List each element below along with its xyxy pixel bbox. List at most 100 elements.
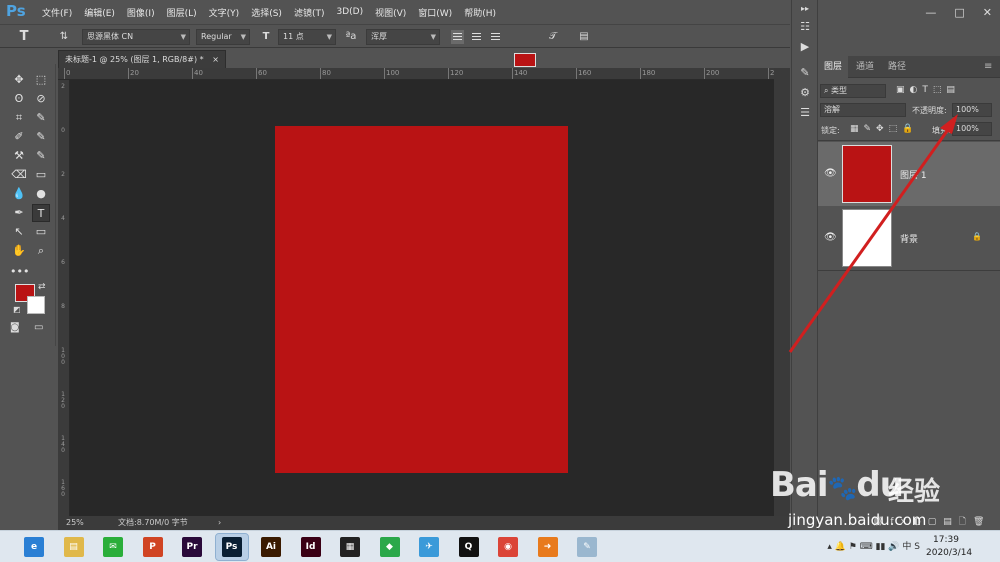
warp-text-icon[interactable]: 𝒯 xyxy=(545,29,561,45)
baidu-jingyan-watermark: Bai🐾du 经验 jingyan.baidu.com xyxy=(770,455,1000,530)
clone-source-icon[interactable]: ⚙ xyxy=(795,84,815,102)
taskbar-app-browser[interactable]: e xyxy=(18,534,50,560)
antialias-select[interactable]: 浑厚 ▼ xyxy=(366,29,440,45)
tool-16-icon[interactable]: ↖ xyxy=(10,223,28,241)
taskbar-app-powerpoint[interactable]: P xyxy=(137,534,169,560)
taskbar-app-chrome[interactable]: ◉ xyxy=(492,534,524,560)
swap-colors-icon[interactable]: ⇄ xyxy=(38,282,46,292)
align-left-button[interactable] xyxy=(451,30,464,44)
tab-paths[interactable]: 路径 xyxy=(882,56,912,78)
tool-0-icon[interactable]: ✥ xyxy=(10,71,28,89)
font-size-select[interactable]: 11 点 ▼ xyxy=(278,29,336,45)
indesign-icon: Id xyxy=(300,537,321,557)
system-tray[interactable]: ▴ 🔔 ⚑ ⌨ ▮▮ 🔊 中 S xyxy=(827,539,920,552)
menu-item[interactable]: 图层(L) xyxy=(161,6,203,19)
filter-icons[interactable]: ▣◐T⬚▤ xyxy=(896,85,960,95)
tool-19-icon[interactable]: ⌕ xyxy=(32,242,50,260)
tool-17-icon[interactable]: ▭ xyxy=(32,223,50,241)
taskbar-app-qq[interactable]: Q xyxy=(453,534,485,560)
tool-18-icon[interactable]: ✋ xyxy=(10,242,28,260)
tool-8-icon[interactable]: ⚒ xyxy=(10,147,28,165)
ruler-left-label: 2 xyxy=(61,171,65,178)
arrow-line xyxy=(788,123,954,353)
background-color-swatch[interactable] xyxy=(27,296,45,314)
chevron-down-icon: ▼ xyxy=(430,33,436,41)
tool-2-icon[interactable]: ʘ xyxy=(10,90,28,108)
quick-mask-icon[interactable]: ◙ xyxy=(10,322,20,333)
type-tool-preset-icon[interactable]: T xyxy=(16,29,32,45)
menu-item[interactable]: 图像(I) xyxy=(121,6,161,19)
tool-13-icon[interactable]: ● xyxy=(32,185,50,203)
actions-play-icon[interactable]: ▶ xyxy=(795,38,815,56)
tool-14-icon[interactable]: ✒ xyxy=(10,204,28,222)
minimize-button[interactable]: — xyxy=(925,6,936,19)
align-right-button[interactable] xyxy=(489,30,502,44)
status-bar: 25% 文档:8.70M/0 字节 › xyxy=(58,516,790,530)
panel-menu-icon[interactable]: ≡ xyxy=(978,56,998,78)
tab-channels[interactable]: 通道 xyxy=(850,56,880,78)
history-icon[interactable]: ☷ xyxy=(795,18,815,36)
close-button[interactable]: ✕ xyxy=(983,6,992,19)
font-family-select[interactable]: 思源黑体 CN ▼ xyxy=(82,29,190,45)
default-colors-icon[interactable]: ◩ xyxy=(13,305,21,314)
tool-3-icon[interactable]: ⊘ xyxy=(32,90,50,108)
tool-11-icon[interactable]: ▭ xyxy=(32,166,50,184)
menu-item[interactable]: 文件(F) xyxy=(36,6,78,19)
document-canvas[interactable] xyxy=(275,126,568,473)
menu-item[interactable]: 滤镜(T) xyxy=(288,6,331,19)
taskbar-app-wechat[interactable]: ✉ xyxy=(97,534,129,560)
clock[interactable]: 17:39 2020/3/14 xyxy=(926,534,972,560)
zoom-level[interactable]: 25% xyxy=(66,516,84,530)
taskbar-app-photoshop[interactable]: Ps xyxy=(214,533,249,561)
menu-item[interactable]: 编辑(E) xyxy=(78,6,121,19)
tool-10-icon[interactable]: ⌫ xyxy=(10,166,28,184)
align-center-button[interactable] xyxy=(470,30,483,44)
text-orientation-icon[interactable]: ⇅ xyxy=(56,29,72,45)
screen-mode-icon[interactable]: ▭ xyxy=(34,322,43,333)
collapse-icon[interactable]: ▸▸ xyxy=(795,0,815,18)
font-family-value: 思源黑体 CN xyxy=(87,32,134,41)
chevron-down-icon: ▼ xyxy=(326,33,332,41)
menu-item[interactable]: 3D(D) xyxy=(330,7,369,17)
taskbar-app-explorer[interactable]: ▤ xyxy=(58,534,90,560)
menu-item[interactable]: 窗口(W) xyxy=(412,6,458,19)
tool-5-icon[interactable]: ✎ xyxy=(32,109,50,127)
brush-settings-icon[interactable]: ✎ xyxy=(795,64,815,82)
status-menu-arrow[interactable]: › xyxy=(218,516,221,530)
ruler-top-label: 80 xyxy=(322,69,331,77)
tool-7-icon[interactable]: ✎ xyxy=(32,128,50,146)
taskbar-app-app-bird[interactable]: ✈ xyxy=(413,534,445,560)
tool-15-icon[interactable]: T xyxy=(32,204,50,222)
tool-20-icon[interactable]: ••• xyxy=(10,263,29,281)
ruler-top: 020406080100120140160180200220 xyxy=(58,68,783,80)
taskbar-app-illustrator[interactable]: Ai xyxy=(255,534,287,560)
tool-12-icon[interactable]: 💧 xyxy=(10,185,28,203)
ruler-tick xyxy=(640,68,641,79)
text-color-swatch[interactable] xyxy=(514,53,536,67)
taskbar-app-app-green[interactable]: ◆ xyxy=(374,534,406,560)
maximize-button[interactable]: □ xyxy=(954,6,964,19)
character-panel-icon[interactable]: ▤ xyxy=(576,29,592,45)
document-tab[interactable]: 未标题-1 @ 25% (图层 1, RGB/8#) * × xyxy=(58,50,226,68)
tool-6-icon[interactable]: ✐ xyxy=(10,128,28,146)
tab-layers[interactable]: 图层 xyxy=(818,56,849,78)
taskbar-app-video[interactable]: ▦ xyxy=(334,534,366,560)
close-icon[interactable]: × xyxy=(212,51,219,68)
taskbar-app-app-note[interactable]: ✎ xyxy=(571,534,603,560)
search-icon: ⌕ xyxy=(824,86,832,95)
filter-kind-select[interactable]: ⌕ 类型 xyxy=(820,84,886,98)
taskbar-app-indesign[interactable]: Id xyxy=(295,534,327,560)
options-bar: T ⇅ 思源黑体 CN ▼ Regular ▼ T 11 点 ▼ ªa 浑厚 ▼ 𝒯 ▤ xyxy=(0,24,790,67)
menu-item[interactable]: 文字(Y) xyxy=(203,6,246,19)
tool-9-icon[interactable]: ✎ xyxy=(32,147,50,165)
tool-1-icon[interactable]: ⬚ xyxy=(32,71,50,89)
antialias-value: 浑厚 xyxy=(371,32,387,41)
ruler-tick xyxy=(64,68,65,79)
tool-4-icon[interactable]: ⌗ xyxy=(10,109,28,127)
font-style-select[interactable]: Regular ▼ xyxy=(196,29,250,45)
menu-item[interactable]: 视图(V) xyxy=(369,6,412,19)
taskbar-app-premiere[interactable]: Pr xyxy=(176,534,208,560)
menu-item[interactable]: 选择(S) xyxy=(245,6,288,19)
taskbar-app-app-orange[interactable]: ➜ xyxy=(532,534,564,560)
menu-item[interactable]: 帮助(H) xyxy=(458,6,502,19)
